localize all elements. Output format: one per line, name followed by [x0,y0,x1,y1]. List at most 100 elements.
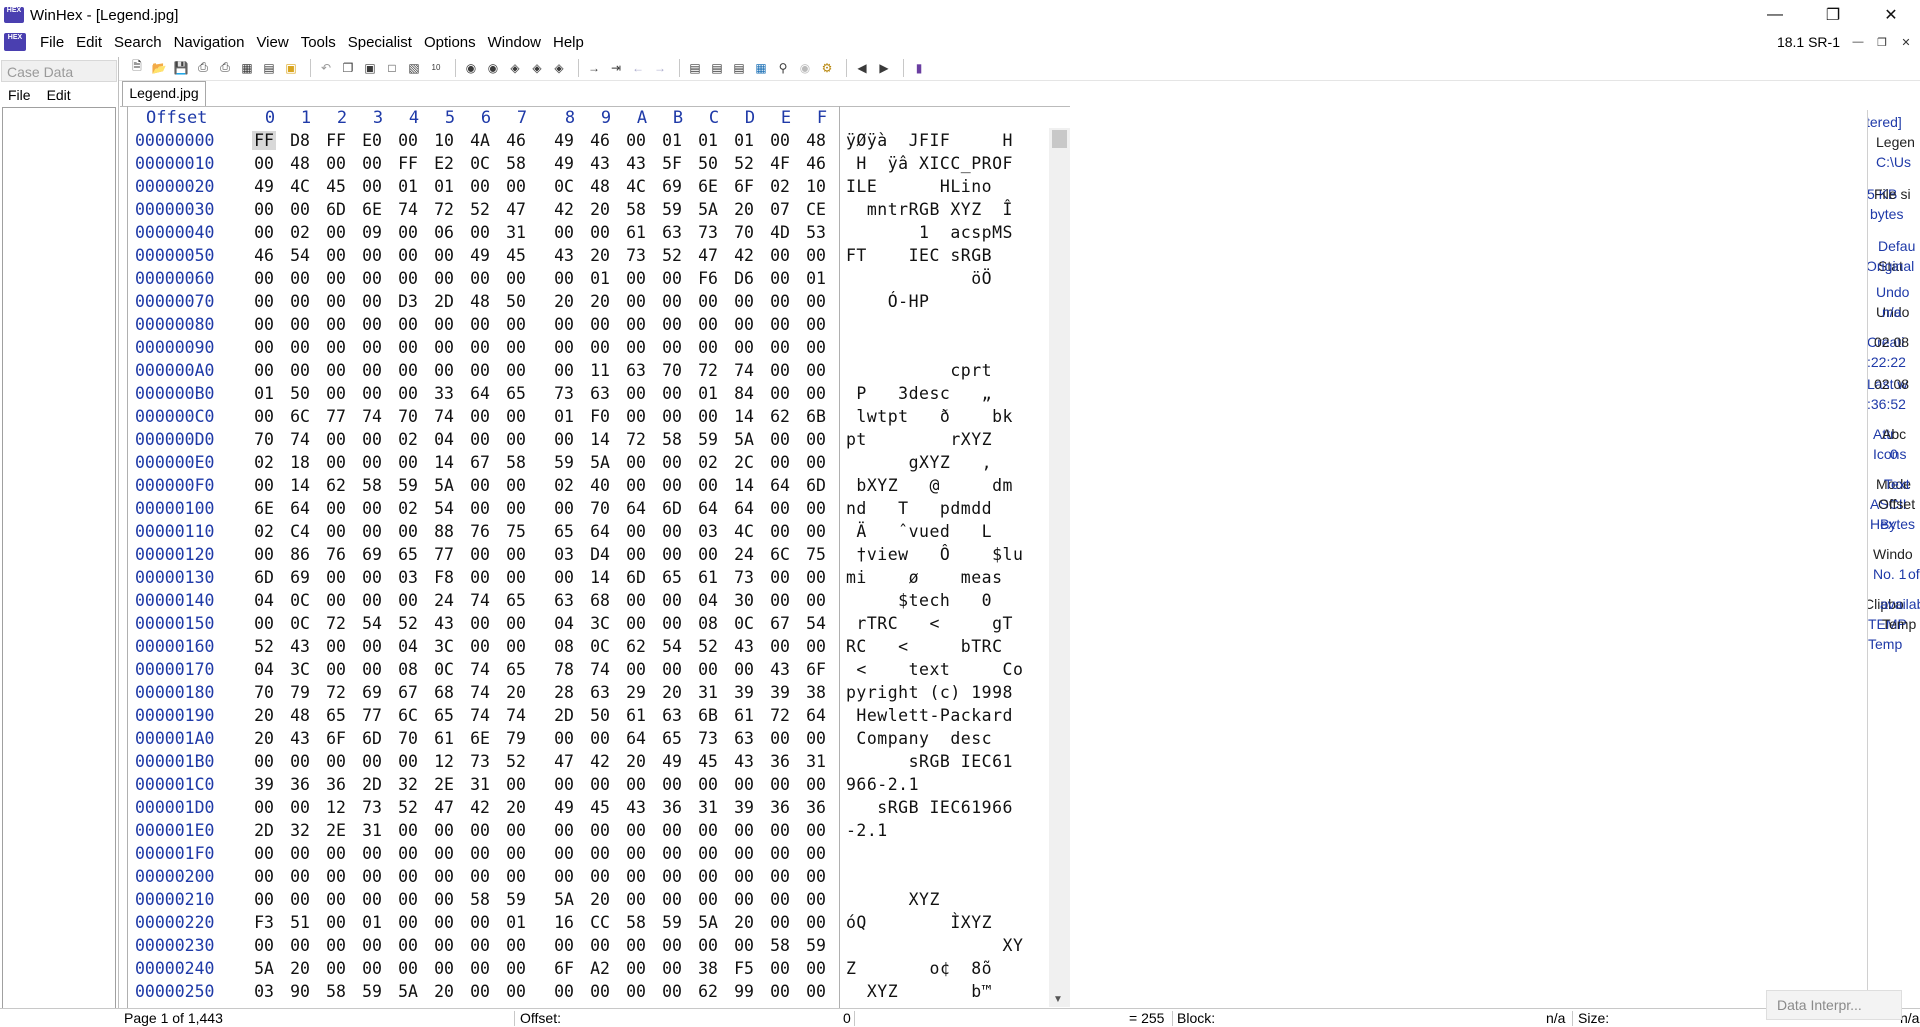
hex-byte[interactable]: 00 [504,338,528,357]
hex-byte[interactable]: 54 [360,614,384,633]
menu-file[interactable]: File [34,34,70,51]
hex-byte[interactable]: 28 [552,683,576,702]
hex-byte[interactable]: 40 [588,476,612,495]
hex-row[interactable]: 000001E0 2D 32 2E 31 00 00 00 00 00 00 00 00 00 00 00 00… [120,821,1070,844]
hex-byte[interactable]: 39 [768,683,792,702]
hex-byte[interactable]: 6E [468,729,492,748]
ascii-text[interactable]: pyright (c) 1998 [846,683,1013,702]
hex-byte[interactable]: 43 [288,637,312,656]
hex-byte[interactable]: 00 [588,982,612,1001]
hex-byte[interactable]: 00 [804,821,828,840]
hex-row[interactable]: 00000160 52 43 00 00 04 3C 00 00 08 0C 62 54 52 43 00 00… [120,637,1070,660]
hex-byte[interactable]: 14 [588,568,612,587]
hex-byte[interactable]: 00 [252,361,276,380]
hex-byte[interactable]: 08 [552,637,576,656]
hex-byte[interactable]: 59 [396,476,420,495]
hex-byte[interactable]: 00 [624,591,648,610]
hex-row[interactable]: 00000050 46 54 00 00 00 00 49 45 43 20 73 52 47 42 00 00… [120,246,1070,269]
hex-byte[interactable]: 6F [732,177,756,196]
hex-byte[interactable]: 00 [660,867,684,886]
hex-byte[interactable]: 00 [624,660,648,679]
hex-byte[interactable]: 00 [732,890,756,909]
copy-icon[interactable]: ❐ [339,59,357,77]
hex-byte[interactable]: 59 [360,982,384,1001]
hex-byte[interactable]: 73 [696,729,720,748]
hex-byte[interactable]: 5A [432,476,456,495]
hex-byte[interactable]: 00 [432,867,456,886]
hex-byte[interactable]: 01 [696,384,720,403]
hex-byte[interactable]: 00 [468,913,492,932]
hex-byte[interactable]: 00 [324,890,348,909]
hex-byte[interactable]: 74 [288,430,312,449]
hex-byte[interactable]: 43 [552,246,576,265]
hex-byte[interactable]: 00 [432,315,456,334]
hex-byte[interactable]: 75 [804,545,828,564]
hex-byte[interactable]: 00 [288,361,312,380]
hex-byte[interactable]: 00 [552,867,576,886]
hex-byte[interactable]: 03 [552,545,576,564]
hex-byte[interactable]: 00 [696,292,720,311]
hex-byte[interactable]: 00 [504,637,528,656]
hex-byte[interactable]: 43 [288,729,312,748]
ascii-text[interactable]: H ÿâ XICC_PROF [846,154,1013,173]
hex-byte[interactable]: 52 [396,798,420,817]
hex-byte[interactable]: 00 [396,315,420,334]
hex-byte[interactable]: 6E [360,200,384,219]
hex-byte[interactable]: 00 [552,982,576,1001]
hex-byte[interactable]: 00 [804,361,828,380]
hex-byte[interactable]: 00 [696,407,720,426]
hex-byte[interactable]: 43 [624,154,648,173]
hex-byte[interactable]: 00 [588,821,612,840]
hex-byte[interactable]: 00 [468,844,492,863]
ascii-text[interactable]: XYZ b™ [846,982,1013,1001]
hex-byte[interactable]: 00 [468,430,492,449]
hex-byte[interactable]: 72 [324,614,348,633]
hex-byte[interactable]: 6C [288,407,312,426]
hex-byte[interactable]: 73 [624,246,648,265]
hex-byte[interactable]: 77 [360,706,384,725]
hex-byte[interactable]: 62 [768,407,792,426]
hex-byte[interactable]: 20 [588,200,612,219]
hex-byte[interactable]: 73 [732,568,756,587]
hex-byte[interactable]: 6F [552,959,576,978]
data-interpreter-button[interactable]: Data Interpr... [1766,990,1902,1020]
hex-byte[interactable]: 01 [504,913,528,932]
hex-byte[interactable]: 00 [360,430,384,449]
hex-byte[interactable]: 00 [588,844,612,863]
hex-byte[interactable]: 32 [396,775,420,794]
hex-byte[interactable]: 46 [804,154,828,173]
hex-byte[interactable]: 77 [432,545,456,564]
hex-byte[interactable]: 6E [252,499,276,518]
hex-byte[interactable]: 00 [624,292,648,311]
hex-row[interactable]: 00000070 00 00 00 00 D3 2D 48 50 20 20 00 00 00 00 00 00… [120,292,1070,315]
hex-byte[interactable]: 42 [588,752,612,771]
hex-byte[interactable]: 88 [432,522,456,541]
hex-byte[interactable]: 74 [468,683,492,702]
hex-byte[interactable]: 61 [732,706,756,725]
hex-byte[interactable]: 01 [552,407,576,426]
ascii-text[interactable]: 966-2.1 [846,775,1013,794]
paste-icon[interactable]: □ [383,59,401,77]
hex-byte[interactable]: 02 [288,223,312,242]
hex-byte[interactable]: 00 [288,200,312,219]
hex-byte[interactable]: 49 [468,246,492,265]
hex-byte[interactable]: 00 [660,936,684,955]
hex-row[interactable]: 000001C0 39 36 36 2D 32 2E 31 00 00 00 00 00 00 00 00 00… [120,775,1070,798]
hex-byte[interactable]: 04 [696,591,720,610]
hex-byte[interactable]: 00 [324,338,348,357]
hex-byte[interactable]: 3C [588,614,612,633]
hex-byte[interactable]: 64 [624,499,648,518]
hex-byte[interactable]: 00 [396,867,420,886]
replace-text-icon[interactable]: ◈ [506,59,524,77]
hex-byte[interactable]: 12 [432,752,456,771]
new-file-icon[interactable]: 🗎 [128,59,146,77]
ascii-text[interactable]: Ä ˆvued L [846,522,1013,541]
hex-byte[interactable]: 62 [624,637,648,656]
hex-byte[interactable]: 59 [660,913,684,932]
hex-byte[interactable]: 00 [504,867,528,886]
hex-byte[interactable]: 00 [696,315,720,334]
hex-byte[interactable]: 00 [468,361,492,380]
hex-byte[interactable]: 31 [504,223,528,242]
hex-byte[interactable]: 00 [324,913,348,932]
hex-byte[interactable]: 49 [552,131,576,150]
